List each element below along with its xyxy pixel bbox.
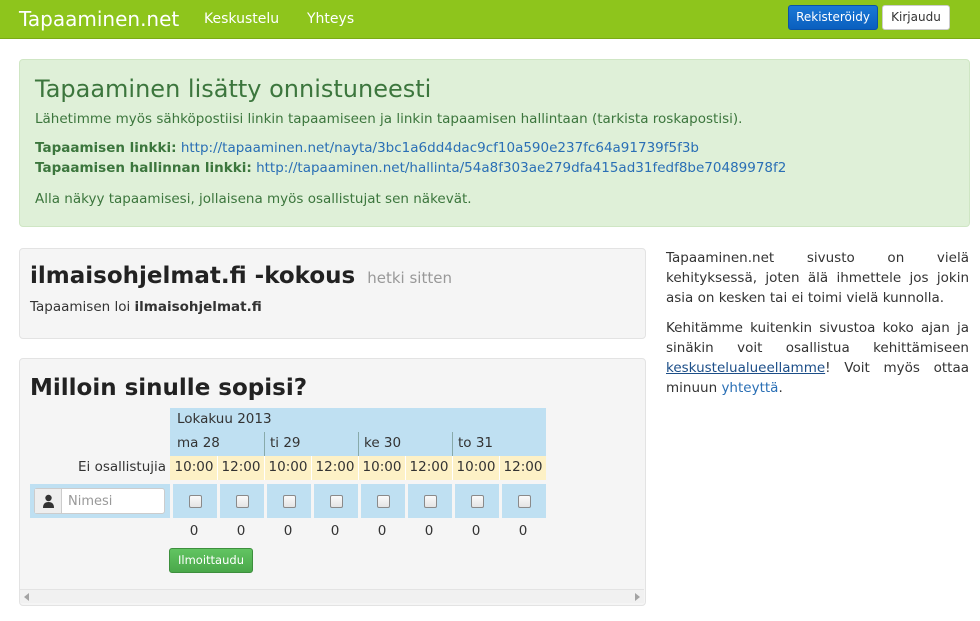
availability-cell [267,484,311,518]
schedule-panel: Milloin sinulle sopisi? [19,358,646,606]
user-icon [43,494,54,508]
day-label: ma 28 [177,435,220,451]
no-participants-label: Ei osallistujia [78,459,167,475]
time-slot-label: 12:00 [503,459,543,475]
creator-name: ilmaisohjelmat.fi [134,299,262,315]
schedule-title: Milloin sinulle sopisi? [30,375,308,401]
register-button[interactable]: Rekisteröidy [788,5,878,30]
meeting-time-ago: hetki sitten [367,269,452,287]
availability-cell [314,484,358,518]
login-button[interactable]: Kirjaudu [882,5,950,30]
nav-link-yhteys[interactable]: Yhteys [307,11,354,27]
participant-count: 0 [424,523,434,539]
day-label: ke 30 [364,435,402,451]
admin-link[interactable]: http://tapaaminen.net/hallinta/54a8f303a… [256,160,786,176]
forum-link[interactable]: keskustelualueellamme [666,360,825,376]
contribute-end: . [778,380,783,396]
meeting-link[interactable]: http://tapaaminen.net/nayta/3bc1a6dd4dac… [181,140,699,156]
time-slot-label: 10:00 [362,459,402,475]
participant-count: 0 [330,523,340,539]
day-divider [452,432,453,456]
name-input[interactable] [62,489,164,513]
alert-footer: Alla näkyy tapaamisesi, jollaisena myös … [35,191,472,207]
availability-checkbox[interactable] [236,495,249,508]
meeting-title: ilmaisohjelmat.fi -kokous hetki sitten [30,263,452,289]
availability-cell [502,484,546,518]
admin-link-row: Tapaamisen hallinnan linkki: http://tapa… [35,160,786,176]
time-slot-label: 12:00 [315,459,355,475]
sidebar-dev-notice: Tapaaminen.net sivusto on vielä kehityks… [666,250,969,306]
time-slot-label: 10:00 [456,459,496,475]
meeting-link-label: Tapaamisen linkki: [35,140,177,156]
contribute-text: Kehitämme kuitenkin sivustoa koko ajan j… [666,320,969,356]
time-divider [452,456,453,480]
scroll-left-arrow-icon[interactable] [24,593,29,601]
participant-count: 0 [189,523,199,539]
participant-count: 0 [518,523,528,539]
time-divider [264,456,265,480]
name-addon [35,489,62,513]
availability-checkbox[interactable] [377,495,390,508]
availability-cell [220,484,264,518]
availability-cell [455,484,499,518]
day-divider [264,432,265,456]
time-slot-label: 10:00 [174,459,214,475]
alert-message: Lähetimme myös sähköpostiisi linkin tapa… [35,111,743,127]
time-divider [499,456,500,480]
signup-button[interactable]: Ilmoittaudu [169,548,253,573]
time-slot-label: 12:00 [409,459,449,475]
participant-count: 0 [471,523,481,539]
success-alert: Tapaaminen lisätty onnistuneesti Lähetim… [19,59,970,227]
brand-logo[interactable]: Tapaaminen.net [19,7,179,31]
horizontal-scrollbar[interactable] [20,589,644,603]
participant-count: 0 [377,523,387,539]
time-slot-label: 12:00 [221,459,261,475]
navbar: Tapaaminen.net Keskustelu Yhteys Rekiste… [0,0,980,39]
day-divider [358,432,359,456]
name-input-group [34,488,165,514]
time-divider [217,456,218,480]
meeting-creator: Tapaamisen loi ilmaisohjelmat.fi [30,299,262,315]
meeting-info-panel: ilmaisohjelmat.fi -kokous hetki sitten T… [19,248,646,339]
meeting-name: ilmaisohjelmat.fi -kokous [30,263,356,289]
participant-count: 0 [236,523,246,539]
availability-checkbox[interactable] [518,495,531,508]
time-divider [311,456,312,480]
day-label: to 31 [458,435,494,451]
scroll-right-arrow-icon[interactable] [635,593,640,601]
day-label: ti 29 [270,435,301,451]
nav-link-keskustelu[interactable]: Keskustelu [204,11,279,27]
alert-title: Tapaaminen lisätty onnistuneesti [35,75,432,103]
time-divider [405,456,406,480]
availability-cell [408,484,452,518]
availability-checkbox[interactable] [189,495,202,508]
time-divider [358,456,359,480]
participant-count: 0 [283,523,293,539]
availability-checkbox[interactable] [330,495,343,508]
time-slot-label: 10:00 [268,459,308,475]
availability-checkbox[interactable] [471,495,484,508]
availability-checkbox[interactable] [424,495,437,508]
sidebar-contribute: Kehitämme kuitenkin sivustoa koko ajan j… [666,318,969,398]
contact-link[interactable]: yhteyttä [721,380,778,396]
meeting-link-row: Tapaamisen linkki: http://tapaaminen.net… [35,140,699,156]
month-label: Lokakuu 2013 [177,411,272,427]
admin-link-label: Tapaamisen hallinnan linkki: [35,160,252,176]
availability-cell [173,484,217,518]
creator-prefix: Tapaamisen loi [30,299,131,315]
availability-cell [361,484,405,518]
availability-checkbox[interactable] [283,495,296,508]
